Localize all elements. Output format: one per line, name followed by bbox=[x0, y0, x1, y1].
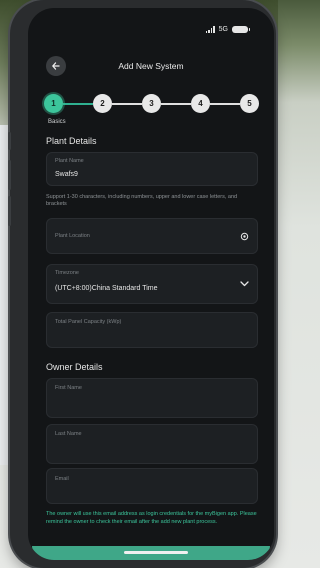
phone-frame: 5G Add New System 1 2 3 4 5 Basics Plant… bbox=[8, 0, 276, 568]
owner-details-title: Owner Details bbox=[46, 362, 103, 372]
panel-capacity-field[interactable]: Total Panel Capacity (kWp) bbox=[46, 312, 258, 348]
status-bar: 5G bbox=[205, 26, 250, 33]
timezone-label: Timezone bbox=[55, 270, 79, 276]
last-name-label: Last Name bbox=[55, 431, 82, 437]
side-button bbox=[8, 132, 11, 150]
step-connector bbox=[112, 103, 142, 105]
timezone-value: (UTC+8:00)China Standard Time bbox=[55, 285, 158, 292]
plant-name-value: Swafs9 bbox=[55, 171, 78, 178]
home-indicator bbox=[124, 551, 188, 554]
plant-name-helper: Support 1-30 characters, including numbe… bbox=[46, 194, 238, 207]
battery-icon bbox=[232, 26, 250, 33]
chevron-down-icon bbox=[240, 281, 249, 287]
progress-stepper: 1 2 3 4 5 Basics bbox=[44, 94, 259, 130]
step-2[interactable]: 2 bbox=[93, 94, 112, 113]
signal-icon bbox=[205, 26, 215, 33]
panel-capacity-label: Total Panel Capacity (kWp) bbox=[55, 319, 122, 325]
app-screen: 5G Add New System 1 2 3 4 5 Basics Plant… bbox=[28, 8, 274, 560]
network-label: 5G bbox=[218, 26, 228, 33]
plant-name-label: Plant Name bbox=[55, 158, 84, 164]
step-5[interactable]: 5 bbox=[240, 94, 259, 113]
first-name-label: First Name bbox=[55, 385, 82, 391]
first-name-field[interactable]: First Name bbox=[46, 378, 258, 418]
plant-name-field[interactable]: Plant Name Swafs9 bbox=[46, 152, 258, 186]
step-connector bbox=[210, 103, 240, 105]
email-label: Email bbox=[55, 476, 69, 482]
step-4[interactable]: 4 bbox=[191, 94, 210, 113]
plant-location-field[interactable]: Plant Location bbox=[46, 218, 258, 254]
step-connector bbox=[63, 103, 93, 105]
location-target-icon[interactable] bbox=[240, 232, 249, 241]
volume-up-button bbox=[8, 160, 11, 190]
header: Add New System bbox=[28, 56, 274, 80]
email-field[interactable]: Email bbox=[46, 468, 258, 504]
plant-details-title: Plant Details bbox=[46, 136, 97, 146]
step-3[interactable]: 3 bbox=[142, 94, 161, 113]
step-1[interactable]: 1 bbox=[44, 94, 63, 113]
last-name-field[interactable]: Last Name bbox=[46, 424, 258, 464]
owner-email-note: The owner will use this email address as… bbox=[46, 511, 257, 525]
volume-down-button bbox=[8, 196, 11, 226]
step-connector bbox=[161, 103, 191, 105]
timezone-select[interactable]: Timezone (UTC+8:00)China Standard Time bbox=[46, 264, 258, 304]
step-1-label: Basics bbox=[48, 119, 66, 125]
page-title: Add New System bbox=[118, 61, 184, 71]
plant-location-label: Plant Location bbox=[55, 233, 90, 239]
